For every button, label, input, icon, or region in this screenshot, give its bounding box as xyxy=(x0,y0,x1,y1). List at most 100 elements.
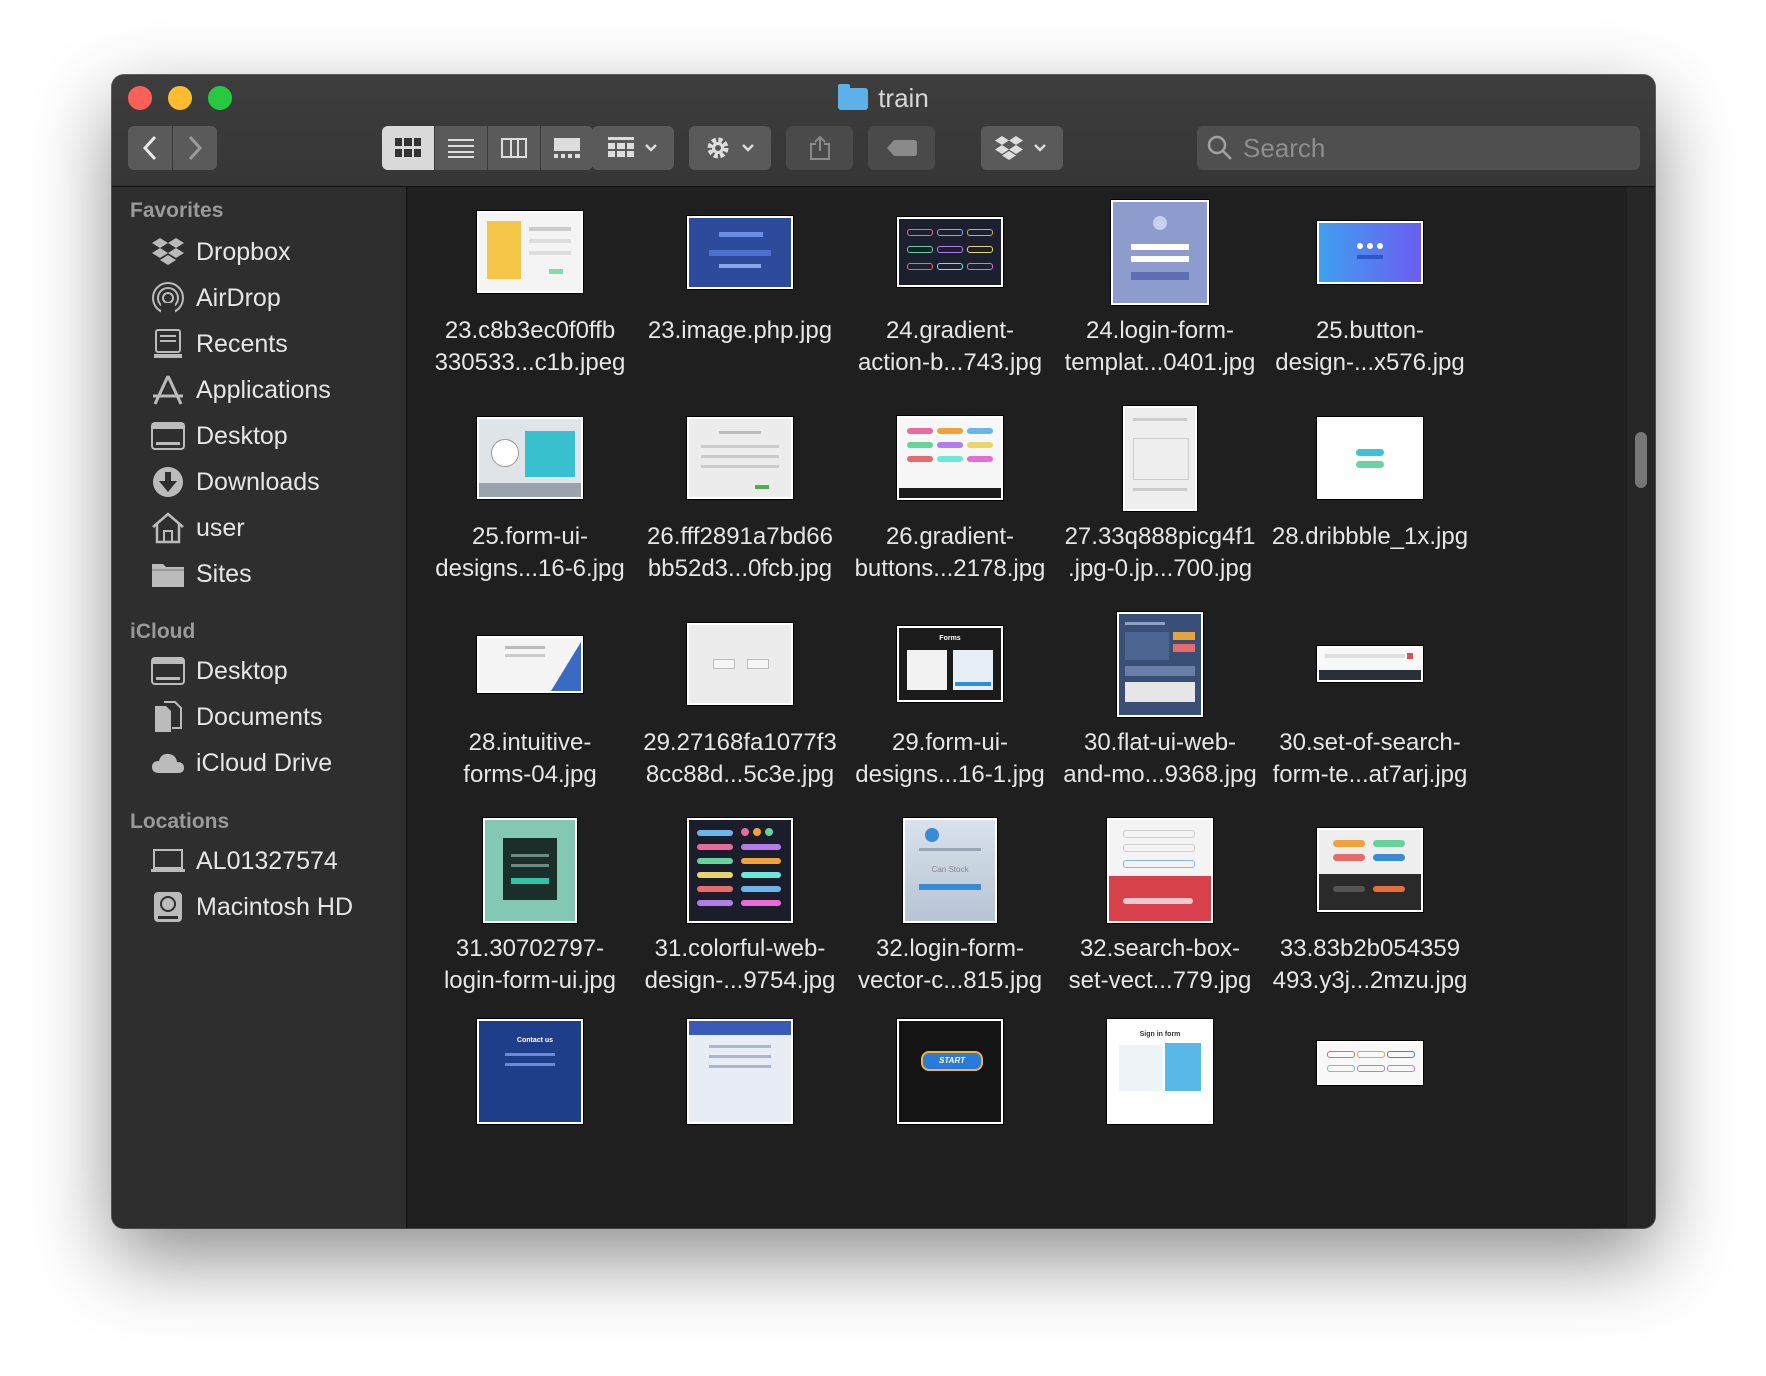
file-name-line1: 33.83b2b054359 xyxy=(1279,935,1461,962)
sidebar-section-locations: Locations xyxy=(130,810,230,833)
dropbox-menu-button[interactable] xyxy=(981,126,1063,170)
forward-button[interactable] xyxy=(173,126,217,170)
file-thumbnail: Contact us xyxy=(477,1019,583,1124)
column-view-button[interactable] xyxy=(488,126,541,170)
sidebar-item-documents[interactable]: Documents xyxy=(148,697,322,737)
file-name-line2: 8cc88d...5c3e.jpg xyxy=(645,761,835,788)
desktop-icon xyxy=(148,418,188,454)
tag-icon xyxy=(886,140,917,156)
file-name-line1: 26.gradient- xyxy=(885,523,1015,550)
file-name-line1: 25.button- xyxy=(1315,317,1425,344)
sidebar-item-dropbox[interactable]: Dropbox xyxy=(148,232,291,272)
sidebar-item-sites[interactable]: Sites xyxy=(148,554,252,594)
sidebar-item-desktop[interactable]: Desktop xyxy=(148,416,288,456)
file-name-line1: 24.gradient- xyxy=(885,317,1015,344)
file-thumbnail xyxy=(687,623,793,705)
sidebar-item-label: Recents xyxy=(196,329,288,358)
thumb-forms-text: Forms xyxy=(939,635,961,642)
file-thumbnail xyxy=(483,817,577,923)
file-thumbnail xyxy=(1317,220,1423,284)
chevron-left-icon xyxy=(142,135,157,161)
sidebar-item-icloud-drive[interactable]: iCloud Drive xyxy=(148,743,332,783)
list-view-button[interactable] xyxy=(435,126,488,170)
file-name-line2: .jpg-0.jp...700.jpg xyxy=(1067,555,1253,582)
file-name-line2: templat...0401.jpg xyxy=(1064,349,1256,376)
applications-icon xyxy=(148,372,188,408)
file-thumbnail xyxy=(1317,417,1423,499)
gallery-view-button[interactable] xyxy=(541,126,593,170)
gear-icon xyxy=(707,137,754,159)
file-thumbnail xyxy=(897,416,1003,500)
window-title: train xyxy=(112,83,1655,113)
group-grid-icon xyxy=(608,137,657,157)
sidebar-item-recents[interactable]: Recents xyxy=(148,324,288,364)
file-name-line1: 29.form-ui- xyxy=(891,729,1009,756)
file-name-line1: 24.login-form- xyxy=(1085,317,1235,344)
sidebar-item-downloads[interactable]: Downloads xyxy=(148,462,320,502)
sidebar-item-user[interactable]: user xyxy=(148,508,245,548)
thumb-canstock-text: Can Stock xyxy=(931,864,969,874)
home-icon xyxy=(148,510,188,546)
sidebar-section-icloud: iCloud xyxy=(130,620,196,643)
thumb-start-text: START xyxy=(921,1051,983,1071)
sidebar-item-label: Downloads xyxy=(196,467,320,496)
file-thumbnail xyxy=(1117,611,1203,717)
search-placeholder: Search xyxy=(1243,132,1326,163)
file-name-line1: 23.image.php.jpg xyxy=(647,317,833,344)
back-button[interactable] xyxy=(128,126,172,170)
file-name-line2: designs...16-6.jpg xyxy=(435,555,625,582)
sidebar-item-applications[interactable]: Applications xyxy=(148,370,331,410)
dropbox-icon xyxy=(995,136,1046,160)
file-thumbnail xyxy=(687,1019,793,1124)
file-thumbnail xyxy=(897,217,1003,287)
search-field[interactable]: Search xyxy=(1197,126,1640,170)
file-thumbnail xyxy=(687,417,793,499)
file-name-line2: login-form-ui.jpg xyxy=(443,967,617,994)
tag-button[interactable] xyxy=(868,126,935,170)
file-name-line1: 31.30702797- xyxy=(455,935,605,962)
action-menu-button[interactable] xyxy=(689,126,771,170)
sidebar-item-airdrop[interactable]: AirDrop xyxy=(148,278,281,318)
file-name-line2: 330533...c1b.jpeg xyxy=(434,349,626,376)
file-name-line1: 23.c8b3ec0f0ffb xyxy=(444,317,616,344)
sidebar-item-macintosh-hd[interactable]: Macintosh HD xyxy=(148,887,353,927)
sidebar-item-label: user xyxy=(196,513,245,542)
sidebar-item-icloud-desktop[interactable]: Desktop xyxy=(148,651,288,691)
file-name-line2: 493.y3j...2mzu.jpg xyxy=(1272,967,1468,994)
file-thumbnail xyxy=(1317,828,1423,912)
file-name-line1: 26.fff2891a7bd66 xyxy=(647,523,833,550)
file-thumbnail: Sign in form xyxy=(1107,1019,1213,1124)
icon-view-button[interactable] xyxy=(382,126,435,170)
file-name-line2: forms-04.jpg xyxy=(463,761,597,788)
scrollbar-track[interactable] xyxy=(1627,187,1655,1228)
sidebar-item-label: AirDrop xyxy=(196,283,281,312)
file-name-line2: set-vect...779.jpg xyxy=(1068,967,1252,994)
sidebar-item-label: Sites xyxy=(196,559,252,588)
titlebar: train Search xyxy=(112,75,1655,187)
file-name-line1: 31.colorful-web- xyxy=(654,935,826,962)
file-name-line2: design-...x576.jpg xyxy=(1275,349,1465,376)
file-thumbnail xyxy=(1123,405,1197,511)
group-by-button[interactable] xyxy=(592,126,674,170)
file-name-line1: 27.33q888picg4f1 xyxy=(1064,523,1256,550)
file-name-line1: 28.dribbble_1x.jpg xyxy=(1271,523,1469,550)
scrollbar-thumb[interactable] xyxy=(1635,432,1647,488)
desktop-icon xyxy=(148,653,188,689)
file-name-line2: and-mo...9368.jpg xyxy=(1063,761,1257,788)
file-name-line2: buttons...2178.jpg xyxy=(854,555,1046,582)
file-name-line1: 32.login-form- xyxy=(875,935,1025,962)
file-thumbnail xyxy=(687,215,793,289)
file-name-line1: 30.set-of-search- xyxy=(1279,729,1461,756)
file-grid: 23.c8b3ec0f0ffb 330533...c1b.jpeg 23.imag… xyxy=(407,187,1655,1228)
share-button[interactable] xyxy=(786,126,853,170)
folder-icon xyxy=(838,84,869,110)
recents-icon xyxy=(148,326,188,362)
file-name-line2: designs...16-1.jpg xyxy=(855,761,1045,788)
sidebar-item-computer[interactable]: AL01327574 xyxy=(148,841,338,881)
airdrop-icon xyxy=(148,280,188,316)
file-thumbnail: Can Stock xyxy=(903,817,997,923)
gallery-icon xyxy=(554,138,580,158)
file-thumbnail xyxy=(1317,1041,1423,1085)
thumb-contact-text: Contact us xyxy=(516,1037,554,1044)
file-name-line1: 29.27168fa1077f3 xyxy=(643,729,837,756)
